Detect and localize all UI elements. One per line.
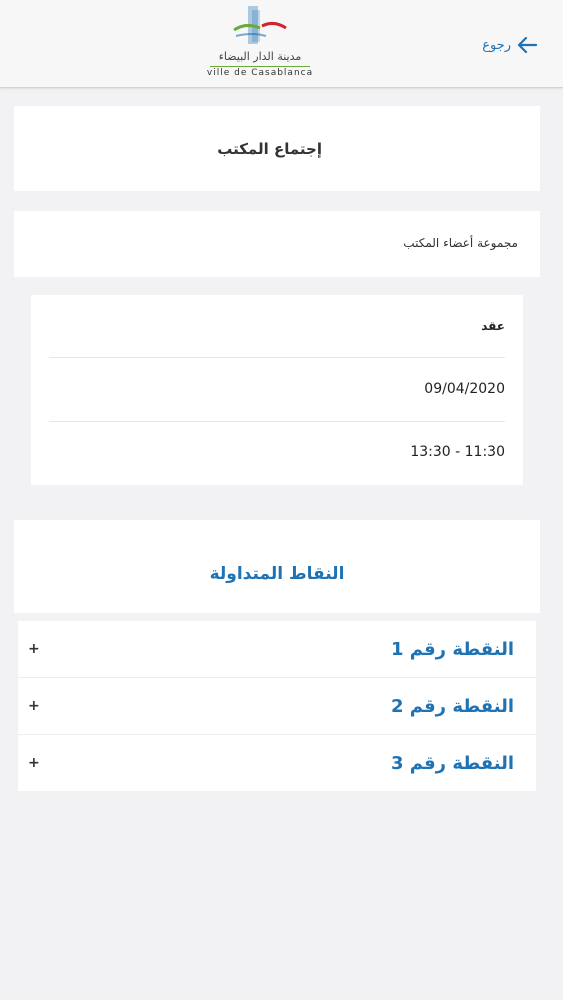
logo-arabic-text: مدينة الدار البيضاء xyxy=(218,50,302,63)
agenda-point-1[interactable]: + النقطة رقم 1 xyxy=(18,621,536,677)
meeting-time: 13:30 - 11:30 xyxy=(410,444,505,460)
logo-french-text: ville de Casablanca xyxy=(206,68,314,78)
status-badge: عقد xyxy=(481,319,505,333)
casablanca-logo: مدينة الدار البيضاء ville de Casablanca xyxy=(200,4,320,80)
expand-plus-icon[interactable]: + xyxy=(28,641,40,657)
agenda-point-label: النقطة رقم 1 xyxy=(390,638,514,660)
agenda-point-label: النقطة رقم 3 xyxy=(390,752,514,774)
expand-plus-icon[interactable]: + xyxy=(28,755,40,771)
agenda-point-3[interactable]: + النقطة رقم 3 xyxy=(18,735,536,791)
meeting-title: إجتماع المكتب xyxy=(217,140,322,158)
meeting-details-card: عقد 09/04/2020 13:30 - 11:30 xyxy=(31,295,523,485)
meeting-title-card: إجتماع المكتب xyxy=(14,106,540,191)
meeting-date: 09/04/2020 xyxy=(424,381,505,397)
logo-underline xyxy=(210,66,310,67)
date-row: 09/04/2020 xyxy=(49,358,505,420)
agenda-point-label: النقطة رقم 2 xyxy=(390,695,514,717)
agenda-point-2[interactable]: + النقطة رقم 2 xyxy=(18,678,536,734)
back-button-label: رجوع xyxy=(482,37,511,53)
arrow-left-icon xyxy=(517,36,537,54)
meeting-group: مجموعة أعضاء المكتب xyxy=(403,236,518,250)
back-button[interactable]: رجوع xyxy=(482,34,537,56)
casablanca-emblem-icon xyxy=(233,6,287,44)
app-header: مدينة الدار البيضاء ville de Casablanca … xyxy=(0,0,563,88)
status-row: عقد xyxy=(49,295,505,357)
expand-plus-icon[interactable]: + xyxy=(28,698,40,714)
time-row: 13:30 - 11:30 xyxy=(49,421,505,483)
meeting-group-card: مجموعة أعضاء المكتب xyxy=(14,211,540,277)
agenda-points-title: النقاط المتداولة xyxy=(209,564,345,584)
agenda-points-header: النقاط المتداولة xyxy=(14,520,540,613)
